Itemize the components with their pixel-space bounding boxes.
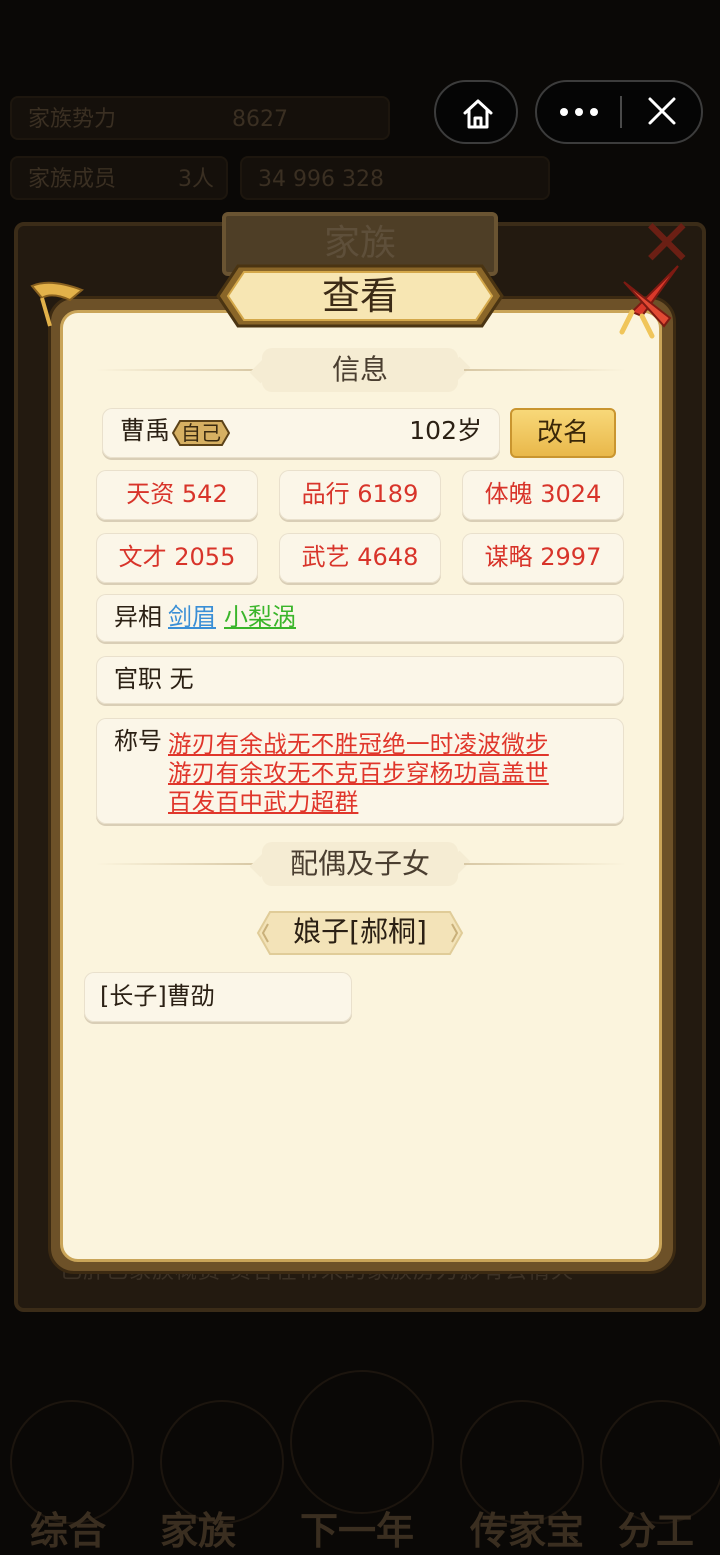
bg-resources-bar: 34 996 328 bbox=[240, 156, 550, 200]
office-label: 官职 无 bbox=[114, 656, 194, 702]
office-row: 官职 无 bbox=[96, 656, 624, 704]
family-section-header: 配偶及子女 bbox=[96, 842, 626, 886]
stat-conduct: 品行 6189 bbox=[279, 470, 441, 520]
bg-family-power-label: 家族势力 bbox=[28, 107, 117, 132]
rename-button[interactable]: 改名 bbox=[510, 408, 616, 458]
bg-nav-item-family: 家族 bbox=[160, 1509, 237, 1553]
appearance-row: 异相 剑眉 小梨涡 bbox=[96, 594, 624, 642]
bg-bottom-nav: 综合 家族 下一年 传家宝 分工 bbox=[0, 1370, 720, 1553]
bg-family-members-bar: 家族成员 3人 bbox=[10, 156, 228, 200]
titles-line-2: 游刃有余攻无不克百步穿杨功高盖世 bbox=[168, 759, 549, 787]
bg-family-members-label: 家族成员 bbox=[28, 167, 117, 192]
titles-line-1: 游刃有余战无不胜冠绝一时凌波微步 bbox=[168, 730, 549, 758]
stat-physique: 体魄 3024 bbox=[462, 470, 624, 520]
bg-nav-item-division: 分工 bbox=[618, 1509, 695, 1553]
spouse-button[interactable]: 娘子[郝桐] bbox=[256, 910, 464, 956]
exit-button[interactable] bbox=[623, 82, 703, 142]
info-section-title: 信息 bbox=[262, 348, 458, 392]
dialog-close-button[interactable] bbox=[612, 262, 690, 340]
stat-literacy: 文才 2055 bbox=[96, 533, 258, 583]
home-button[interactable] bbox=[434, 80, 518, 144]
more-dots-icon bbox=[560, 108, 598, 116]
self-badge: 自己 bbox=[172, 420, 230, 446]
bg-nav-item-overview: 综合 bbox=[30, 1509, 107, 1553]
close-swords-icon bbox=[619, 265, 679, 339]
character-age: 102岁 bbox=[409, 416, 482, 445]
bg-resources-text: 34 996 328 bbox=[258, 167, 384, 192]
child-card-eldest-son[interactable]: [长子]曹劭 bbox=[84, 972, 352, 1022]
divider-line-left bbox=[96, 863, 256, 865]
dialog-title: 查看 bbox=[321, 274, 398, 318]
bg-family-members-value: 3人 bbox=[178, 167, 214, 192]
stat-strategy: 谋略 2997 bbox=[462, 533, 624, 583]
capsule-menu bbox=[535, 80, 703, 144]
name-card: 曹禹 自己 102岁 bbox=[102, 408, 500, 458]
trait-dimple[interactable]: 小梨涡 bbox=[224, 594, 296, 640]
self-badge-label: 自己 bbox=[181, 421, 221, 445]
divider-line-right bbox=[464, 369, 626, 371]
bg-family-power-value: 8627 bbox=[232, 107, 288, 132]
office-value: 无 bbox=[169, 665, 194, 693]
divider-line-right bbox=[464, 863, 626, 865]
home-icon bbox=[463, 99, 493, 129]
trait-sword-brows[interactable]: 剑眉 bbox=[168, 594, 216, 640]
bg-nav-item-next-year: 下一年 bbox=[300, 1509, 415, 1553]
capsule-divider bbox=[620, 96, 622, 128]
stat-talent: 天资 542 bbox=[96, 470, 258, 520]
bg-family-power-bar: 家族势力 8627 bbox=[10, 96, 390, 140]
stat-martial: 武艺 4648 bbox=[279, 533, 441, 583]
office-label-text: 官职 bbox=[114, 665, 162, 693]
titles-row: 称号 游刃有余战无不胜冠绝一时凌波微步 游刃有余攻无不克百步穿杨功高盖世 百发百… bbox=[96, 718, 624, 824]
titles-label: 称号 bbox=[114, 727, 162, 755]
titles-list[interactable]: 游刃有余战无不胜冠绝一时凌波微步 游刃有余攻无不克百步穿杨功高盖世 百发百中武力… bbox=[168, 730, 588, 817]
dialog-title-plate: 查看 bbox=[216, 264, 504, 328]
spouse-name: 娘子[郝桐] bbox=[293, 915, 427, 948]
bg-nav-item-heirloom: 传家宝 bbox=[470, 1509, 585, 1553]
child-name: [长子]曹劭 bbox=[100, 982, 215, 1010]
character-name: 曹禹 bbox=[120, 416, 171, 445]
appearance-label: 异相 bbox=[114, 603, 162, 631]
titles-line-3: 百发百中武力超群 bbox=[168, 788, 359, 816]
info-section-header: 信息 bbox=[96, 348, 626, 392]
more-button[interactable] bbox=[537, 82, 619, 142]
family-section-title: 配偶及子女 bbox=[262, 842, 458, 886]
bg-nav-circle-3 bbox=[290, 1370, 434, 1514]
divider-line-left bbox=[96, 369, 256, 371]
close-x-icon bbox=[648, 97, 676, 125]
